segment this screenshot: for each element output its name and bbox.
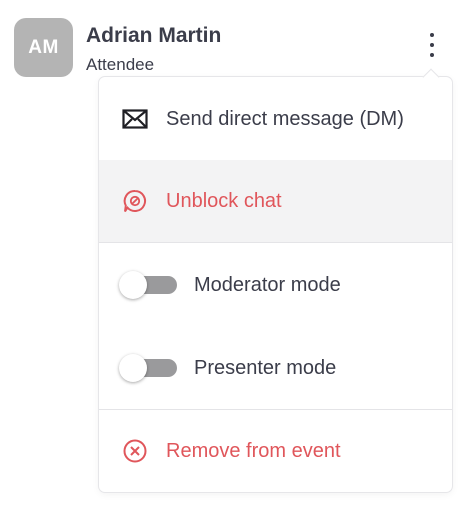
unblock-chat-label: Unblock chat bbox=[166, 189, 282, 212]
avatar-initials: AM bbox=[28, 36, 59, 58]
menu-divider bbox=[99, 242, 452, 243]
user-actions-menu: Send direct message (DM) Unblock chat Mo… bbox=[99, 68, 452, 492]
send-direct-message-item[interactable]: Send direct message (DM) bbox=[99, 78, 452, 160]
presenter-mode-label: Presenter mode bbox=[194, 356, 337, 379]
unblock-chat-icon bbox=[121, 187, 149, 215]
avatar: AM bbox=[14, 18, 73, 77]
unblock-chat-item[interactable]: Unblock chat bbox=[99, 160, 452, 242]
user-role: Attendee bbox=[86, 55, 155, 74]
send-direct-message-label: Send direct message (DM) bbox=[166, 107, 404, 130]
more-options-icon[interactable] bbox=[420, 30, 444, 64]
remove-circle-icon bbox=[121, 437, 149, 465]
user-name: Adrian Martin bbox=[86, 24, 222, 47]
remove-from-event-item[interactable]: Remove from event bbox=[99, 410, 452, 492]
presenter-mode-toggle[interactable] bbox=[119, 354, 177, 382]
moderator-mode-toggle[interactable] bbox=[119, 271, 177, 299]
moderator-mode-item[interactable]: Moderator mode bbox=[99, 244, 452, 326]
moderator-mode-label: Moderator mode bbox=[194, 273, 341, 296]
remove-from-event-label: Remove from event bbox=[166, 439, 341, 462]
envelope-icon bbox=[121, 105, 149, 133]
toggle-knob bbox=[119, 271, 147, 299]
toggle-knob bbox=[119, 354, 147, 382]
user-card: AM Adrian Martin Attendee Send direct me… bbox=[0, 0, 465, 510]
presenter-mode-item[interactable]: Presenter mode bbox=[99, 327, 452, 409]
